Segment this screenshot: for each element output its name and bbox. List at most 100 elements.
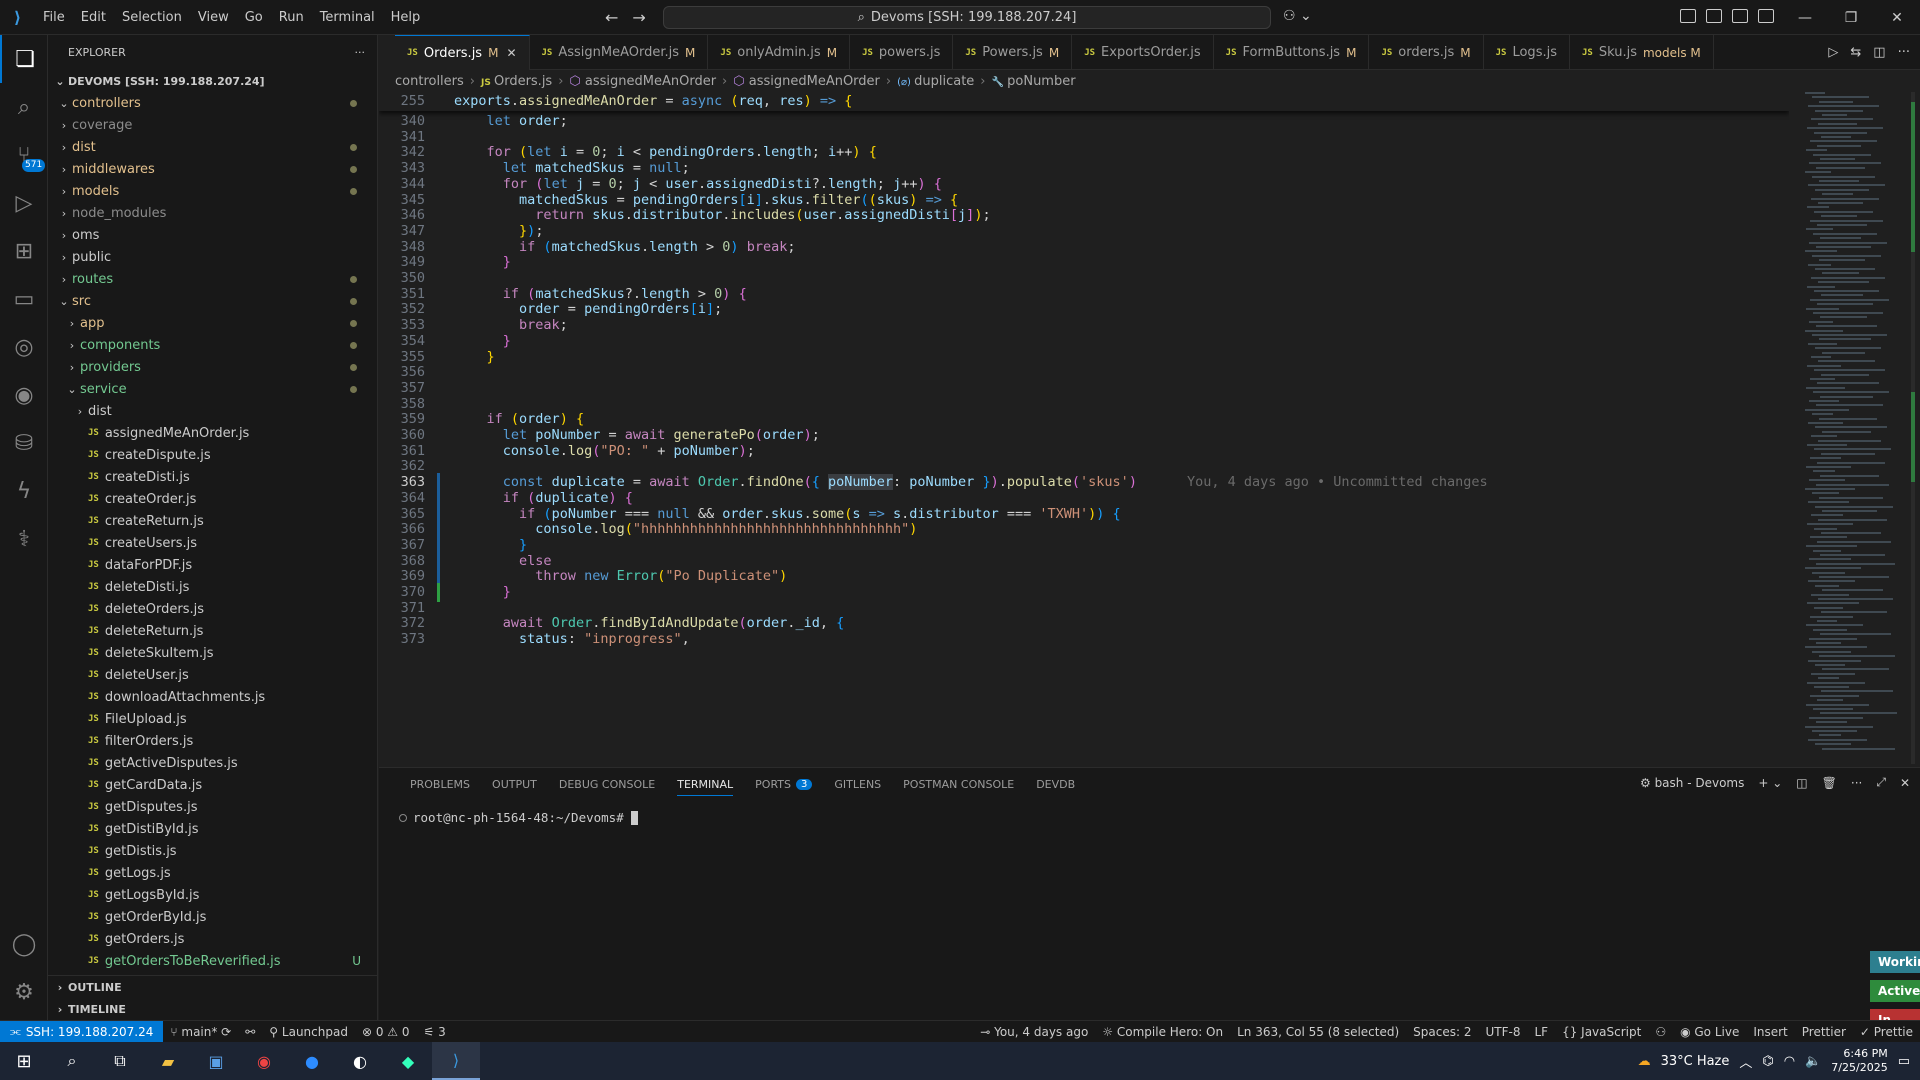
problems-indicator[interactable]: ⊗ 0 ⚠ 0 [355, 1025, 417, 1039]
app-icon[interactable]: ◐ [336, 1042, 384, 1080]
kill-terminal-icon[interactable]: 🗑 [1822, 776, 1837, 790]
close-panel-icon[interactable]: ✕ [1900, 776, 1910, 790]
panel-tab-output[interactable]: OUTPUT [481, 768, 548, 800]
file-item[interactable]: JS getDisputes.js [48, 796, 377, 818]
tab-powers-js[interactable]: JS Powers.js M [953, 35, 1073, 70]
volume-icon[interactable]: 🔈 [1805, 1054, 1821, 1069]
code-editor[interactable]: 255 exports.assignedMeAnOrder = async (re… [379, 92, 1789, 764]
gitlens-status-icon[interactable]: ⚯ [238, 1025, 262, 1039]
vscode-taskbar-icon[interactable]: ⟩ [432, 1042, 480, 1080]
file-explorer-icon[interactable]: ▰ [144, 1042, 192, 1080]
breadcrumb-item[interactable]: controllers [395, 74, 464, 89]
file-item[interactable]: JS createDispute.js [48, 444, 377, 466]
maximize-panel-icon[interactable]: ⤢ [1876, 775, 1886, 790]
source-control-icon[interactable]: ⑂ 571 [0, 131, 48, 179]
menu-item-terminal[interactable]: Terminal [312, 10, 383, 25]
folder-item[interactable]: › providers [48, 356, 377, 378]
folder-item[interactable]: ⌄ controllers [48, 92, 377, 114]
thunder-client-icon[interactable]: ϟ [0, 467, 48, 515]
folder-item[interactable]: › components [48, 334, 377, 356]
file-item[interactable]: JS getOrders.js [48, 928, 377, 950]
folder-item[interactable]: › dist [48, 400, 377, 422]
weather-label[interactable]: 33°C Haze [1661, 1054, 1730, 1069]
chrome-icon[interactable]: ◉ [240, 1042, 288, 1080]
tab-orders-js[interactable]: JS Orders.js M ✕ [395, 35, 530, 70]
notifications-icon[interactable]: ▭ [1898, 1054, 1910, 1069]
file-item[interactable]: JS downloadAttachments.js [48, 686, 377, 708]
postman-icon[interactable]: ◉ [0, 371, 48, 419]
menu-item-go[interactable]: Go [237, 10, 271, 25]
tab-onlyadmin-js[interactable]: JS onlyAdmin.js M [708, 35, 851, 70]
network-icon[interactable]: ⌬ [1762, 1054, 1773, 1069]
breadcrumb-item[interactable]: (⌀) duplicate [897, 74, 974, 89]
compile-hero[interactable]: ☼ Compile Hero: On [1095, 1025, 1230, 1039]
minimize-button[interactable]: — [1782, 0, 1828, 35]
folder-item[interactable]: ⌄ service [48, 378, 377, 400]
split-editor-icon[interactable]: ◫ [1873, 45, 1885, 60]
sticky-scroll[interactable]: 255 exports.assignedMeAnOrder = async (re… [379, 92, 1789, 111]
file-item[interactable]: JS deleteSkuItem.js [48, 642, 377, 664]
ports-indicator[interactable]: ⚟ 3 [416, 1025, 452, 1039]
account-icon[interactable]: ◯ [0, 920, 48, 968]
search-icon[interactable]: ⌕ [48, 1042, 96, 1080]
search-icon[interactable]: ⌕ [0, 83, 48, 131]
copilot-icon[interactable]: ⚇ ⌄ [1283, 8, 1312, 24]
file-item[interactable]: JS createReturn.js [48, 510, 377, 532]
tab-logs-js[interactable]: JS Logs.js [1484, 35, 1570, 70]
menu-item-help[interactable]: Help [383, 10, 429, 25]
task-view-icon[interactable]: ⧉ [96, 1042, 144, 1080]
panel-tab-debug-console[interactable]: DEBUG CONSOLE [548, 768, 666, 800]
toggle-secondary-sidebar-icon[interactable] [1758, 9, 1774, 23]
branch-indicator[interactable]: ⑂ main* ⟳ [163, 1025, 238, 1039]
folder-item[interactable]: › app [48, 312, 377, 334]
file-item[interactable]: JS getActiveDisputes.js [48, 752, 377, 774]
gitlens-icon[interactable]: ◎ [0, 323, 48, 371]
folder-item[interactable]: ⌄ src [48, 290, 377, 312]
status-badge-inactive[interactable]: In Acti [1870, 1009, 1920, 1020]
terminal[interactable]: root@nc-ph-1564-48:~/Devoms# [379, 800, 1920, 835]
indentation[interactable]: Spaces: 2 [1406, 1025, 1478, 1039]
devdb-icon[interactable]: ⛁ [0, 419, 48, 467]
editor-scrollbar[interactable] [1905, 92, 1920, 764]
prettier-status[interactable]: Prettier [1795, 1025, 1853, 1039]
copilot-status-icon[interactable]: ⚇ [1648, 1025, 1673, 1039]
more-actions-icon[interactable]: ··· [355, 46, 366, 59]
close-button[interactable]: ✕ [1874, 0, 1920, 35]
tab-sku-js[interactable]: JS Sku.js models M [1570, 35, 1714, 70]
breadcrumb-item[interactable]: ⬡ assignedMeAnOrder [569, 74, 716, 89]
store-icon[interactable]: ▣ [192, 1042, 240, 1080]
file-item[interactable]: JS assignedMeAnOrder.js [48, 422, 377, 444]
folder-item[interactable]: › routes [48, 268, 377, 290]
language-mode[interactable]: {} JavaScript [1555, 1025, 1648, 1039]
tab-powers-js[interactable]: JS powers.js [850, 35, 954, 70]
folder-item[interactable]: › dist [48, 136, 377, 158]
tab-orders-js[interactable]: JS orders.js M [1369, 35, 1484, 70]
menu-item-run[interactable]: Run [271, 10, 312, 25]
launchpad[interactable]: ⚲ Launchpad [262, 1025, 355, 1039]
customize-layout-icon[interactable] [1680, 9, 1696, 23]
menu-item-view[interactable]: View [190, 10, 237, 25]
toggle-panel-icon[interactable] [1732, 9, 1748, 23]
panel-tab-problems[interactable]: PROBLEMS [399, 768, 481, 800]
panel-tab-postman-console[interactable]: POSTMAN CONSOLE [892, 768, 1025, 800]
timeline-section[interactable]: › TIMELINE [48, 998, 377, 1020]
close-icon[interactable]: ✕ [506, 46, 516, 60]
folder-item[interactable]: › models [48, 180, 377, 202]
folder-item[interactable]: › middlewares [48, 158, 377, 180]
file-item[interactable]: JS getDistis.js [48, 840, 377, 862]
nav-arrows[interactable]: ←→ [605, 8, 660, 27]
git-blame[interactable]: ⊸ You, 4 days ago [973, 1025, 1095, 1039]
folder-item[interactable]: › node_modules [48, 202, 377, 224]
file-item[interactable]: JS createUsers.js [48, 532, 377, 554]
extensions-icon[interactable]: ⊞ [0, 227, 48, 275]
file-item[interactable]: JS deleteReturn.js [48, 620, 377, 642]
panel-tab-devdb[interactable]: DEVDB [1025, 768, 1086, 800]
breadcrumb-item[interactable]: ⬡ assignedMeAnOrder [733, 74, 880, 89]
more-icon[interactable]: ··· [1851, 776, 1862, 790]
remote-explorer-icon[interactable]: ▭ [0, 275, 48, 323]
file-item[interactable]: JS deleteUser.js [48, 664, 377, 686]
menu-item-edit[interactable]: Edit [73, 10, 114, 25]
file-item[interactable]: JS filterOrders.js [48, 730, 377, 752]
run-icon[interactable]: ▷ [1828, 45, 1838, 60]
file-item[interactable]: JS createOrder.js [48, 488, 377, 510]
